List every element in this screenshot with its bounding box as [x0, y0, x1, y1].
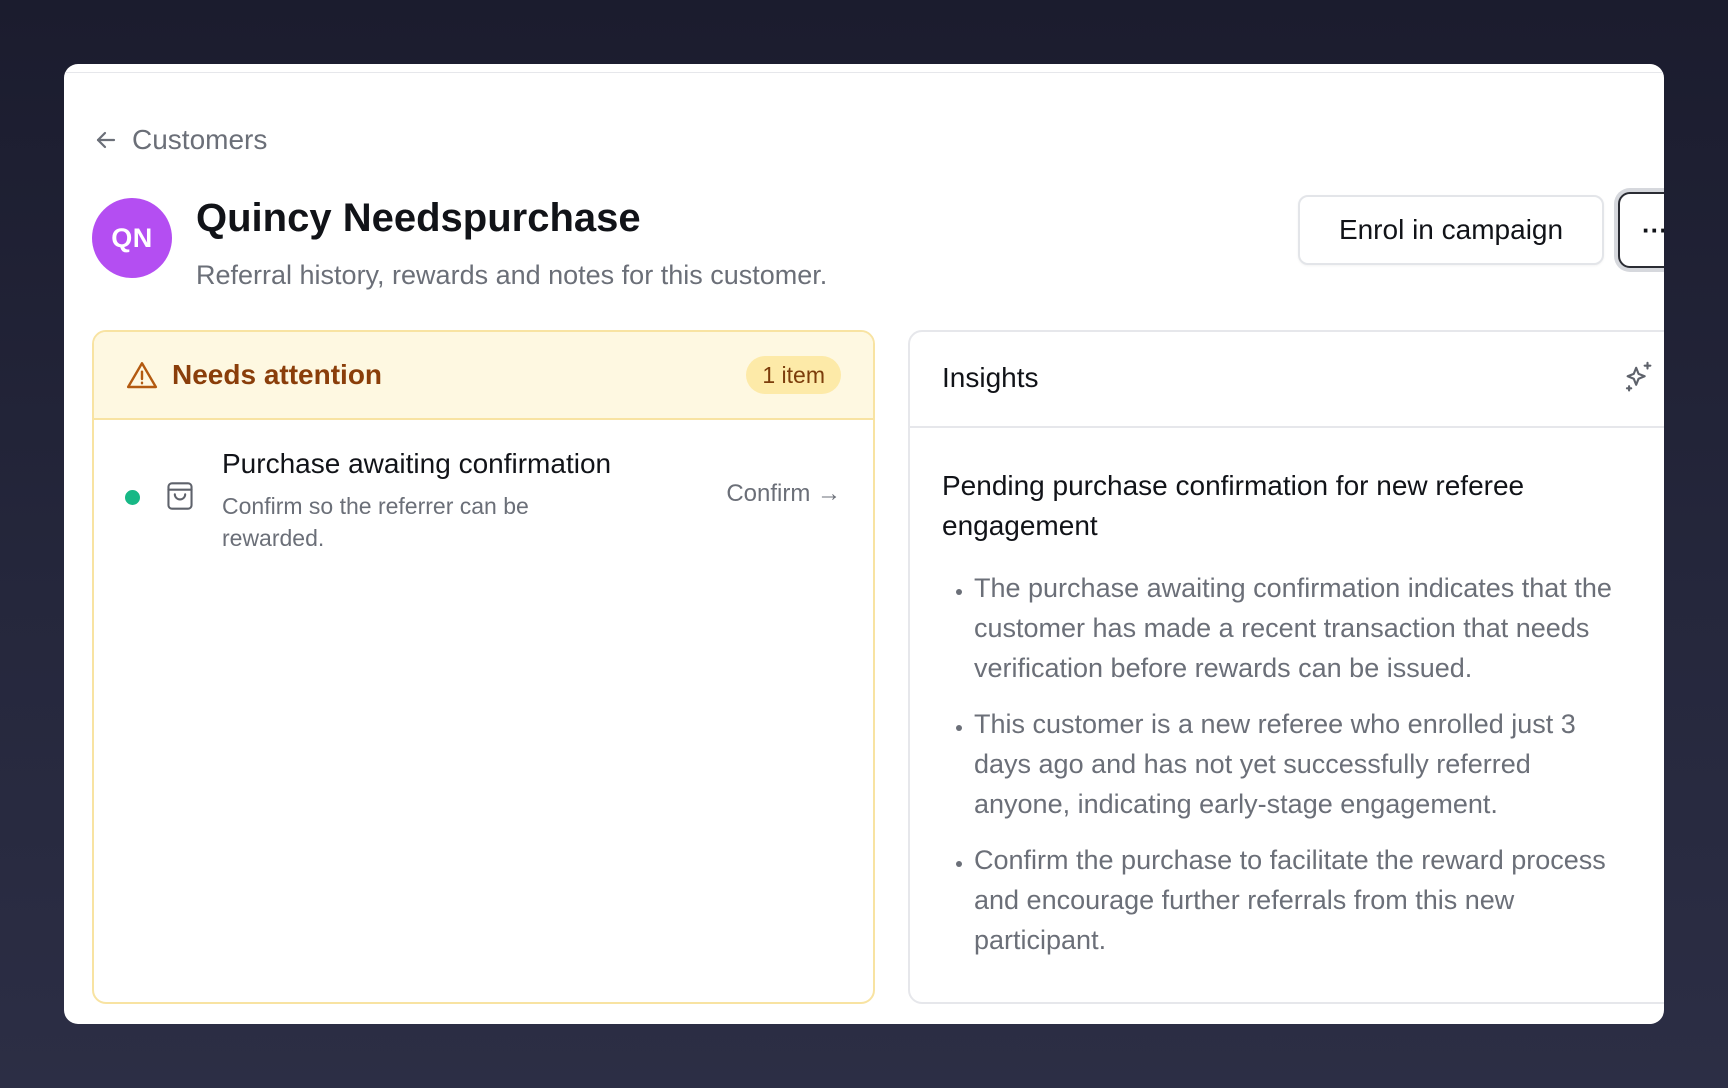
avatar-initials: QN	[111, 222, 153, 253]
avatar: QN	[92, 198, 172, 278]
insights-body: Pending purchase confirmation for new re…	[910, 428, 1650, 960]
insights-title: Insights	[942, 362, 1039, 393]
insights-header: Insights	[910, 332, 1664, 428]
attention-item-title: Purchase awaiting confirmation	[222, 448, 612, 479]
shopping-bag-icon	[167, 482, 193, 510]
insights-card: Insights Pending purchase confirmation f…	[908, 330, 1664, 1004]
attention-item[interactable]: Purchase awaiting confirmation Confirm s…	[94, 420, 873, 551]
warning-triangle-icon	[126, 362, 158, 389]
insight-bullet: Confirm the purchase to facilitate the r…	[974, 840, 1620, 960]
confirm-link[interactable]: Confirm →	[726, 480, 841, 508]
needs-attention-card: Needs attention 1 item Purchase awaiting…	[92, 330, 875, 1004]
insights-list: The purchase awaiting confirmation indic…	[942, 568, 1620, 960]
more-actions-button[interactable]: ···	[1618, 192, 1664, 268]
insights-heading: Pending purchase confirmation for new re…	[942, 470, 1525, 541]
attention-count-badge: 1 item	[746, 356, 841, 394]
insight-bullet: The purchase awaiting confirmation indic…	[974, 568, 1620, 688]
back-link-label: Customers	[132, 124, 268, 155]
back-to-customers-link[interactable]: Customers	[94, 124, 267, 156]
top-divider	[64, 72, 1664, 73]
needs-attention-title: Needs attention	[172, 359, 383, 390]
enrol-in-campaign-button[interactable]: Enrol in campaign	[1298, 195, 1604, 265]
more-icon: ···	[1642, 214, 1664, 245]
enrol-button-label: Enrol in campaign	[1338, 214, 1564, 245]
insight-bullet: This customer is a new referee who enrol…	[974, 704, 1620, 824]
sparkle-icon[interactable]	[1622, 360, 1656, 394]
arrow-left-icon	[96, 131, 116, 149]
needs-attention-header: Needs attention 1 item	[94, 332, 873, 420]
status-dot	[125, 490, 140, 505]
customer-detail-window: Customers QN Quincy Needspurchase Referr…	[64, 64, 1664, 1024]
page-title: Quincy Needspurchase	[196, 196, 641, 240]
attention-item-description: Confirm so the referrer can be rewarded.	[222, 493, 529, 551]
page-subtitle: Referral history, rewards and notes for …	[196, 260, 828, 290]
